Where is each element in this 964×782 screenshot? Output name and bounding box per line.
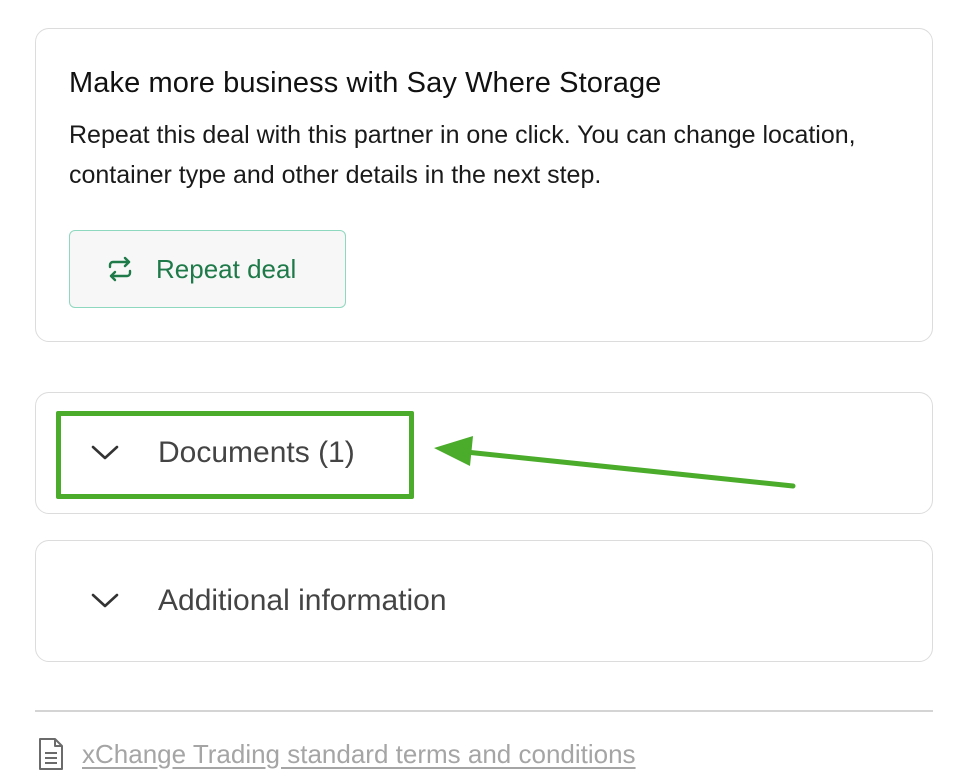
terms-link[interactable]: xChange Trading standard terms and condi… bbox=[82, 739, 636, 770]
repeat-deal-button[interactable]: Repeat deal bbox=[69, 230, 346, 308]
chevron-down-icon bbox=[90, 586, 120, 616]
repeat-deal-card: Make more business with Say Where Storag… bbox=[35, 28, 933, 342]
additional-information-accordion-header[interactable]: Additional information bbox=[90, 541, 447, 661]
documents-accordion-header[interactable]: Documents (1) bbox=[90, 393, 355, 513]
promo-title: Make more business with Say Where Storag… bbox=[69, 67, 662, 99]
chevron-down-icon bbox=[90, 438, 120, 468]
terms-row: xChange Trading standard terms and condi… bbox=[38, 737, 636, 771]
document-icon bbox=[38, 737, 64, 771]
additional-information-accordion-label: Additional information bbox=[158, 584, 447, 617]
promo-description: Repeat this deal with this partner in on… bbox=[69, 121, 856, 189]
repeat-deal-label: Repeat deal bbox=[156, 253, 297, 284]
documents-accordion[interactable]: Documents (1) bbox=[35, 392, 933, 514]
repeat-icon bbox=[106, 255, 134, 283]
documents-accordion-label: Documents (1) bbox=[158, 436, 355, 469]
additional-information-accordion[interactable]: Additional information bbox=[35, 540, 933, 662]
footer-divider bbox=[35, 710, 933, 712]
